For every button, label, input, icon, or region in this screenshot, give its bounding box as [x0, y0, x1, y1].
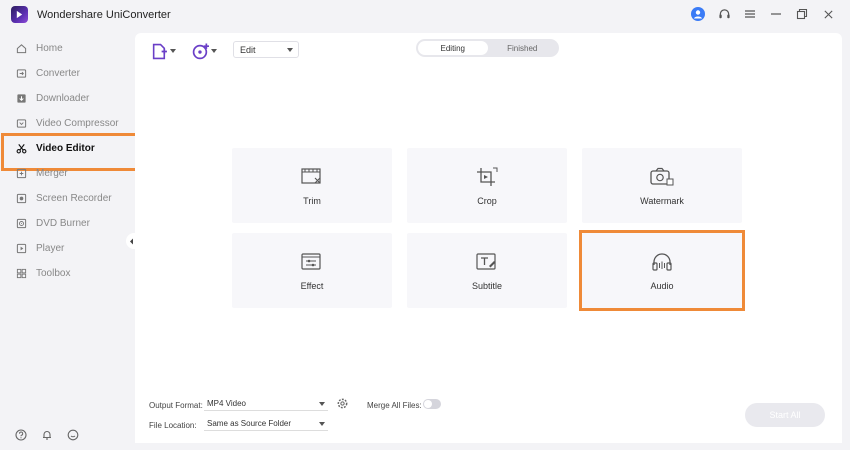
output-format-label: Output Format: [149, 401, 203, 410]
sidebar: Home Converter Downloader Video Compress… [0, 36, 140, 286]
sidebar-item-label: DVD Burner [36, 218, 90, 229]
toolbox-icon [16, 268, 27, 279]
sidebar-item-label: Screen Recorder [36, 193, 112, 204]
feature-label: Subtitle [471, 280, 503, 291]
sidebar-item-label: Toolbox [36, 268, 71, 279]
watermark-card[interactable]: Watermark [582, 148, 742, 223]
sidebar-item-label: Downloader [36, 93, 90, 104]
add-media-icon [192, 43, 209, 59]
file-location-label: File Location: [149, 421, 197, 430]
trim-icon [301, 167, 321, 184]
sidebar-item-dvd-burner[interactable]: DVD Burner [0, 211, 135, 236]
merge-all-toggle[interactable] [423, 399, 441, 409]
compressor-icon [16, 119, 27, 128]
chevron-left-icon [129, 238, 133, 244]
output-format-value: MP4 Video [207, 399, 246, 408]
output-format-select[interactable]: MP4 Video [204, 397, 328, 411]
sidebar-item-label: Converter [36, 68, 80, 79]
sidebar-item-label: Video Compressor [36, 118, 119, 129]
chevron-down-icon [211, 49, 217, 53]
audio-icon [652, 252, 672, 271]
home-icon [16, 44, 27, 54]
merge-all-label: Merge All Files: [367, 401, 422, 410]
trim-card[interactable]: Trim [232, 148, 392, 223]
app-logo-icon [11, 6, 28, 23]
title-bar: Wondershare UniConverter [0, 0, 850, 30]
add-file-icon [152, 43, 167, 59]
edit-mode-select[interactable]: Edit [233, 41, 299, 58]
feature-label: Crop [477, 195, 497, 206]
sidebar-item-player[interactable]: Player [0, 236, 135, 261]
feedback-icon[interactable] [67, 428, 79, 446]
close-icon[interactable] [820, 6, 836, 22]
editing-finished-toggle: Editing Finished [416, 39, 559, 57]
converter-icon [16, 69, 27, 78]
tab-finished[interactable]: Finished [488, 41, 558, 55]
feature-label: Trim [303, 195, 321, 206]
app-title: Wondershare UniConverter [37, 9, 171, 21]
subtitle-icon [476, 252, 496, 270]
sidebar-item-label: Merger [36, 168, 68, 179]
dvd-icon [16, 218, 27, 229]
support-headset-icon[interactable] [716, 6, 732, 22]
minimize-icon[interactable] [768, 6, 784, 22]
effect-icon [301, 252, 321, 270]
audio-card[interactable]: Audio [579, 230, 745, 311]
file-location-select[interactable]: Same as Source Folder [204, 417, 328, 431]
notification-bell-icon[interactable] [41, 428, 53, 446]
chevron-down-icon [170, 49, 176, 53]
output-settings-icon[interactable] [336, 397, 349, 415]
feature-label: Audio [650, 280, 674, 291]
sidebar-footer [15, 428, 79, 446]
chevron-down-icon [319, 401, 325, 406]
user-avatar-icon[interactable] [690, 6, 706, 22]
tab-editing[interactable]: Editing [418, 41, 488, 55]
window-controls [690, 6, 836, 22]
edit-mode-value: Edit [240, 44, 256, 55]
add-media-button[interactable] [192, 41, 217, 61]
sidebar-item-video-editor[interactable]: Video Editor [0, 133, 140, 171]
start-all-button[interactable]: Start All [745, 403, 825, 427]
restore-icon[interactable] [794, 6, 810, 22]
help-icon[interactable] [15, 428, 27, 446]
sidebar-item-home[interactable]: Home [0, 36, 135, 61]
sidebar-item-label: Home [36, 43, 63, 54]
crop-icon [477, 167, 498, 186]
screen-recorder-icon [16, 193, 27, 204]
sidebar-item-toolbox[interactable]: Toolbox [0, 261, 135, 286]
chevron-down-icon [287, 47, 293, 52]
sidebar-item-label: Video Editor [36, 143, 95, 154]
sidebar-item-converter[interactable]: Converter [0, 61, 135, 86]
add-files-button[interactable] [151, 41, 176, 61]
sidebar-item-merger[interactable]: Merger [0, 161, 135, 186]
sidebar-item-label: Player [36, 243, 65, 254]
sidebar-item-video-compressor[interactable]: Video Compressor [0, 111, 135, 136]
crop-card[interactable]: Crop [407, 148, 567, 223]
chevron-down-icon [319, 421, 325, 426]
watermark-icon [650, 167, 674, 185]
player-icon [16, 243, 27, 254]
merger-icon [16, 168, 27, 179]
feature-label: Watermark [640, 195, 684, 206]
file-location-value: Same as Source Folder [207, 419, 292, 428]
sidebar-item-downloader[interactable]: Downloader [0, 86, 135, 111]
subtitle-card[interactable]: Subtitle [407, 233, 567, 308]
menu-icon[interactable] [742, 6, 758, 22]
sidebar-item-screen-recorder[interactable]: Screen Recorder [0, 186, 135, 211]
downloader-icon [17, 94, 26, 103]
feature-label: Effect [300, 280, 324, 291]
effect-card[interactable]: Effect [232, 233, 392, 308]
main-panel: Edit Editing Finished Trim Crop Watermar… [135, 33, 842, 443]
scissors-icon [16, 144, 27, 154]
